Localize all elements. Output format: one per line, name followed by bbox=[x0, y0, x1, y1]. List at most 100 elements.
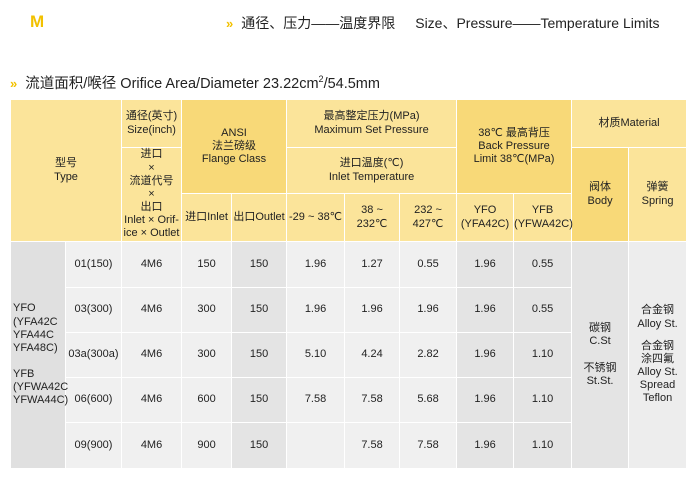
type-cell: YFO (YFA42C YFA44C YFA48C) YFB (YFWA42C … bbox=[10, 241, 69, 469]
header-code-outlet: 出口 bbox=[140, 201, 163, 214]
header-spring-cn: 弹簧 bbox=[646, 181, 669, 194]
header-inlet: 进口Inlet bbox=[181, 193, 233, 242]
header-code: 进口 × 流道代号 × 出口 Inlet × Orif- ice × Outle… bbox=[121, 147, 183, 242]
spec-table: 型号 Type 通径(英寸) Size(inch) ANSI 法兰磅级 Flan… bbox=[9, 99, 688, 469]
header-yfb-1: YFB bbox=[531, 204, 554, 217]
cell-inlet: 300 bbox=[181, 287, 233, 333]
table-row: YFO (YFA42C YFA44C YFA48C) YFB (YFWA42C … bbox=[10, 241, 688, 469]
cell-outlet: 150 bbox=[231, 332, 288, 378]
cell-code: 4M6 bbox=[121, 287, 183, 333]
header-temp-range-3: 232 ~ 427℃ bbox=[399, 193, 458, 242]
spring-material-line: 合金钢 bbox=[641, 304, 675, 317]
cell-inlet: 900 bbox=[181, 422, 233, 469]
cell-size: 03(300) bbox=[64, 287, 123, 333]
type-line: (YFA42C bbox=[13, 315, 58, 328]
cell-code: 4M6 bbox=[121, 377, 183, 423]
title-en: Size、Pressure——Temperature Limits bbox=[415, 15, 660, 31]
spring-material-line: Alloy St. bbox=[637, 317, 678, 330]
spring-material-spacer bbox=[629, 331, 686, 340]
type-line: (YFWA42C bbox=[13, 381, 69, 394]
cell-t3: 7.58 bbox=[399, 422, 458, 469]
header-max-set-en: Maximum Set Pressure bbox=[314, 123, 429, 136]
title-cn: 通径、压力——温度界限 bbox=[241, 15, 396, 31]
header-ansi-2: 法兰磅级 bbox=[212, 139, 257, 152]
cell-t2: 1.27 bbox=[344, 241, 401, 288]
header-yfo: YFO (YFA42C) bbox=[456, 193, 515, 242]
header-yfb-2: (YFWA42C) bbox=[514, 217, 573, 230]
cell-t1: 7.58 bbox=[286, 377, 346, 423]
header-code-orifice: 流道代号 bbox=[129, 174, 174, 187]
header-code-x1: × bbox=[148, 161, 155, 174]
type-line: YFB bbox=[13, 368, 35, 381]
orifice-suffix: /54.5mm bbox=[323, 76, 380, 92]
header-inlet-temp: 进口温度(℃) Inlet Temperature bbox=[286, 147, 458, 194]
body-material: 碳钢 C.St 不锈钢 St.St. bbox=[571, 241, 630, 469]
header-outlet: 出口Outlet bbox=[231, 193, 288, 242]
header-ansi-3: Flange Class bbox=[201, 153, 267, 166]
header-temp-range-1: -29 ~ 38℃ bbox=[286, 193, 346, 242]
cell-yfo: 1.96 bbox=[456, 377, 515, 423]
section-letter: M bbox=[30, 12, 45, 31]
spring-material-line: Teflon bbox=[642, 392, 673, 405]
type-line: YFO bbox=[13, 302, 36, 315]
spring-material-line: Alloy St. bbox=[637, 366, 678, 379]
cell-yfo: 1.96 bbox=[456, 332, 515, 378]
chevron-right-icon: » bbox=[226, 16, 234, 31]
header-max-set: 最高整定压力(MPa) Maximum Set Pressure bbox=[286, 99, 458, 148]
type-spacer bbox=[13, 355, 65, 368]
cell-t2: 7.58 bbox=[344, 422, 401, 469]
cell-outlet: 150 bbox=[231, 377, 288, 423]
cell-yfo: 1.96 bbox=[456, 241, 515, 288]
header-type-cn: 型号 bbox=[55, 157, 77, 170]
orifice-title: » 流道面积/喉径 Orifice Area/Diameter 23.22cm2/… bbox=[10, 72, 380, 93]
cell-yfo: 1.96 bbox=[456, 422, 515, 469]
header-yfo-2: (YFA42C) bbox=[460, 217, 510, 230]
header-code-inlet: 进口 bbox=[140, 148, 163, 161]
cell-t1: 1.96 bbox=[286, 287, 346, 333]
header-temp-range-2: 38 ~ 232℃ bbox=[344, 193, 401, 242]
cell-code: 4M6 bbox=[121, 422, 183, 469]
header-size: 通径(英寸) Size(inch) bbox=[121, 99, 183, 148]
cell-t2: 1.96 bbox=[344, 287, 401, 333]
header-spring-en: Spring bbox=[641, 194, 674, 207]
cell-size: 03a(300a) bbox=[64, 332, 123, 378]
cell-t3: 2.82 bbox=[399, 332, 458, 378]
header-body-cn: 阀体 bbox=[589, 181, 612, 194]
header-inlet-temp-cn: 进口温度(℃) bbox=[339, 157, 404, 170]
spring-material-line: Spread bbox=[639, 379, 676, 392]
cell-t3: 1.96 bbox=[399, 287, 458, 333]
header-ansi: ANSI 法兰磅级 Flange Class bbox=[181, 99, 288, 194]
header-max-set-cn: 最高整定压力(MPa) bbox=[323, 110, 420, 123]
header-spring: 弹簧 Spring bbox=[628, 147, 688, 242]
body-material-line: 不锈钢 bbox=[583, 361, 617, 374]
cell-inlet: 600 bbox=[181, 377, 233, 423]
header-size-en: Size(inch) bbox=[127, 123, 176, 136]
header-size-cn: 通径(英寸) bbox=[125, 110, 178, 123]
cell-outlet: 150 bbox=[231, 287, 288, 333]
cell-yfb: 1.10 bbox=[513, 332, 573, 378]
cell-inlet: 300 bbox=[181, 332, 233, 378]
header-type-en: Type bbox=[54, 170, 78, 183]
body-material-line: C.St bbox=[589, 335, 611, 348]
spring-material-line: 合金钢 bbox=[641, 339, 675, 352]
cell-t3: 5.68 bbox=[399, 377, 458, 423]
spring-material: 合金钢 Alloy St. 合金钢 涂四氟 Alloy St. Spread T… bbox=[628, 241, 688, 469]
cell-code: 4M6 bbox=[121, 241, 183, 288]
header-body: 阀体 Body bbox=[571, 147, 630, 242]
cell-outlet: 150 bbox=[231, 422, 288, 469]
cell-yfb: 1.10 bbox=[513, 422, 573, 469]
cell-yfb: 0.55 bbox=[513, 241, 573, 288]
cell-t1 bbox=[286, 422, 346, 469]
type-line: YFA48C) bbox=[13, 341, 58, 354]
type-line: YFA44C bbox=[13, 328, 54, 341]
header-inlet-temp-en: Inlet Temperature bbox=[328, 170, 415, 183]
cell-size: 01(150) bbox=[64, 241, 123, 288]
header-ansi-1: ANSI bbox=[221, 126, 247, 139]
header-code-x2: × bbox=[148, 187, 155, 200]
header-code-en2: ice × Outlet bbox=[123, 227, 180, 240]
type-line: YFWA44C) bbox=[13, 394, 69, 407]
cell-outlet: 150 bbox=[231, 241, 288, 288]
cell-yfb: 1.10 bbox=[513, 377, 573, 423]
header-back-1: 38℃ 最高背压 bbox=[478, 126, 550, 139]
header-yfb: YFB (YFWA42C) bbox=[513, 193, 573, 242]
